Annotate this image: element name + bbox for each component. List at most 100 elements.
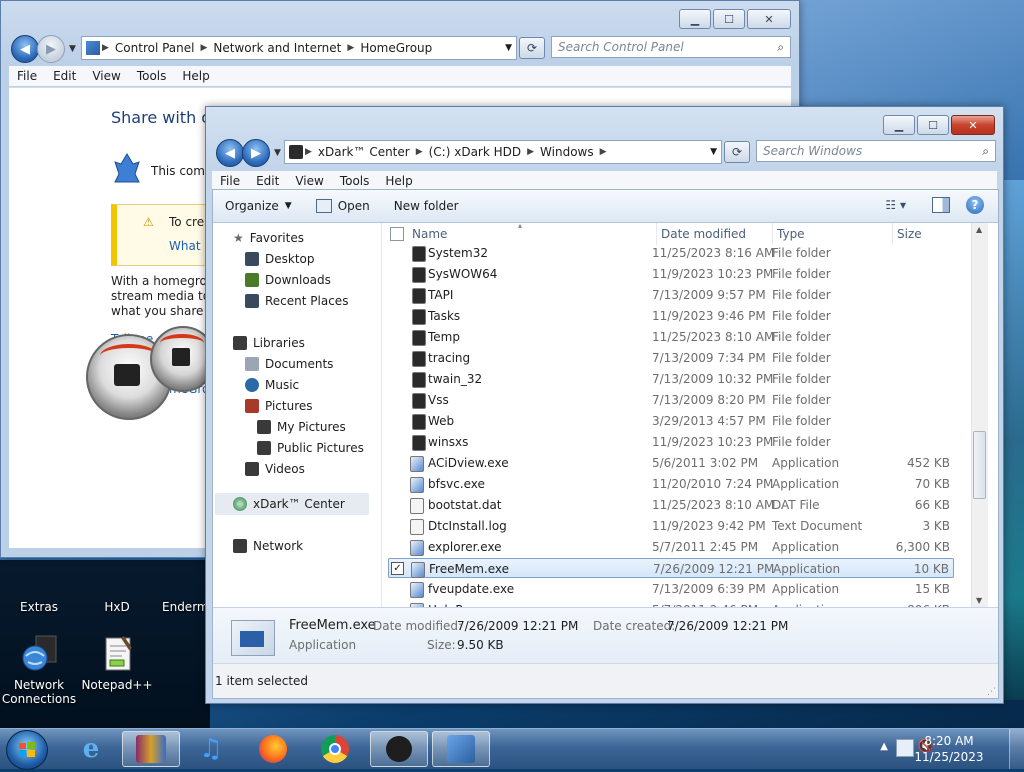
taskbar-music-player[interactable]: ♫ [182, 731, 240, 767]
scrollbar-thumb[interactable] [973, 431, 986, 499]
file-row[interactable]: tracing 7/13/2009 7:34 PM File folder [388, 348, 954, 368]
show-hidden-icons-icon[interactable]: ▲ [880, 741, 888, 752]
file-row[interactable]: bfsvc.exe 11/20/2010 7:24 PM Application 70… [388, 474, 954, 494]
menu-help[interactable]: Help [174, 66, 217, 86]
preview-pane-icon[interactable] [932, 197, 950, 213]
explorer-window[interactable]: ▁ ☐ ✕ ◀ ▶ ▼ ▶ xDark™ Center ▶ (C:) xDark… [205, 106, 1004, 704]
system-clock[interactable]: 8:20 AM 11/25/2023 [914, 733, 984, 765]
file-row[interactable]: winsxs 11/9/2023 10:23 PM File folder [388, 432, 954, 452]
taskbar-gadget-app[interactable] [370, 731, 428, 767]
refresh-button[interactable]: ⟳ [724, 141, 750, 163]
nav-pictures[interactable]: Pictures [245, 399, 313, 413]
menu-view[interactable]: View [287, 171, 331, 191]
menu-edit[interactable]: Edit [248, 171, 287, 191]
breadcrumb-item[interactable]: xDark™ Center [314, 145, 414, 159]
search-icon[interactable]: ⌕ [777, 40, 784, 55]
menu-file[interactable]: File [212, 171, 248, 191]
scroll-up-icon[interactable]: ▲ [976, 225, 982, 234]
nav-xdark-center[interactable]: xDark™ Center [233, 497, 345, 511]
organize-button[interactable]: Organize ▼ [213, 199, 304, 213]
maximize-button[interactable]: ☐ [713, 9, 745, 29]
menu-view[interactable]: View [84, 66, 128, 86]
breadcrumb-item[interactable]: (C:) xDark HDD [425, 145, 526, 159]
start-button[interactable] [6, 730, 48, 770]
menu-edit[interactable]: Edit [45, 66, 84, 86]
file-row[interactable]: Temp 11/25/2023 8:10 AM File folder [388, 327, 954, 347]
new-folder-button[interactable]: New folder [382, 199, 471, 213]
column-header-size[interactable]: Size [892, 223, 922, 245]
file-row[interactable]: bootstat.dat 11/25/2023 8:10 AM DAT File 66… [388, 495, 954, 515]
nav-documents[interactable]: Documents [245, 357, 333, 371]
desktop-icon-hxd[interactable]: HxD [78, 556, 156, 614]
nav-my-pictures[interactable]: My Pictures [257, 420, 346, 434]
file-row[interactable]: DtcInstall.log 11/9/2023 9:42 PM Text Docu… [388, 516, 954, 536]
search-input[interactable]: Search Windows ⌕ [756, 140, 996, 162]
taskbar-chrome[interactable] [306, 731, 364, 767]
address-bar[interactable]: ▶ xDark™ Center ▶ (C:) xDark HDD ▶ Windo… [284, 140, 722, 164]
desktop-icon-enderm[interactable]: Enderm [150, 556, 210, 614]
search-input[interactable]: Search Control Panel ⌕ [551, 36, 791, 58]
search-icon[interactable]: ⌕ [982, 144, 989, 159]
menu-help[interactable]: Help [377, 171, 420, 191]
column-header-date[interactable]: Date modified [656, 223, 746, 245]
close-button[interactable]: ✕ [747, 9, 791, 29]
file-row[interactable]: explorer.exe 5/7/2011 2:45 PM Application 6… [388, 537, 954, 557]
maximize-button[interactable]: ☐ [917, 115, 949, 135]
breadcrumb-item[interactable]: Network and Internet [209, 41, 345, 55]
open-button[interactable]: Open [304, 199, 382, 213]
taskbar-firefox[interactable] [244, 731, 302, 767]
minimize-button[interactable]: ▁ [883, 115, 915, 135]
file-row[interactable]: twain_32 7/13/2009 10:32 PM File folder [388, 369, 954, 389]
refresh-button[interactable]: ⟳ [519, 37, 545, 59]
file-row[interactable]: HelpPane.exe 5/7/2011 2:46 PM Application 8… [388, 600, 954, 607]
forward-button[interactable]: ▶ [37, 35, 65, 63]
desktop-icon-network-connections[interactable]: Network Connections [0, 634, 78, 706]
address-dropdown-icon[interactable]: ▼ [505, 43, 512, 53]
file-row[interactable]: ✓ FreeMem.exe 7/26/2009 12:21 PM Applicatio… [388, 558, 954, 578]
file-row[interactable]: SysWOW64 11/9/2023 10:23 PM File folder [388, 264, 954, 284]
recent-pages-chevron-icon[interactable]: ▼ [274, 148, 281, 158]
close-button[interactable]: ✕ [951, 115, 995, 135]
column-header-name[interactable]: Name [412, 223, 447, 245]
column-header-type[interactable]: Type [772, 223, 805, 245]
show-desktop-button[interactable] [1009, 729, 1024, 769]
menu-tools[interactable]: Tools [129, 66, 175, 86]
taskbar-internet-explorer[interactable]: e [62, 731, 120, 767]
desktop-icon-extras[interactable]: Extras [0, 556, 78, 614]
address-dropdown-icon[interactable]: ▼ [710, 147, 717, 157]
taskbar-control-panel[interactable] [432, 731, 490, 767]
help-icon[interactable]: ? [966, 196, 984, 214]
breadcrumb-item[interactable]: HomeGroup [356, 41, 436, 55]
row-checkbox[interactable]: ✓ [391, 562, 404, 575]
nav-favorites[interactable]: ★ Favorites [233, 231, 304, 245]
nav-desktop[interactable]: Desktop [245, 252, 315, 266]
breadcrumb-item[interactable]: Windows [536, 145, 598, 159]
view-options-icon[interactable]: ☷ ▾ [885, 198, 906, 212]
file-row[interactable]: ACiDview.exe 5/6/2011 3:02 PM Application 4… [388, 453, 954, 473]
select-all-checkbox[interactable] [390, 227, 404, 241]
file-row[interactable]: fveupdate.exe 7/13/2009 6:39 PM Applicatio… [388, 579, 954, 599]
nav-downloads[interactable]: Downloads [245, 273, 331, 287]
vertical-scrollbar[interactable]: ▲ ▼ [971, 223, 988, 607]
address-bar[interactable]: ▶ Control Panel ▶ Network and Internet ▶… [81, 36, 517, 60]
forward-button[interactable]: ▶ [242, 139, 270, 167]
network-tray-icon[interactable] [896, 739, 914, 757]
menu-file[interactable]: File [9, 66, 45, 86]
resize-grip-icon[interactable]: ⋰ [987, 687, 996, 697]
desktop-icon-notepadpp[interactable]: Notepad++ [78, 634, 156, 692]
minimize-button[interactable]: ▁ [679, 9, 711, 29]
taskbar-winrar[interactable] [122, 731, 180, 767]
notice-link[interactable]: What i [169, 239, 208, 253]
nav-music[interactable]: Music [245, 378, 299, 392]
menu-tools[interactable]: Tools [332, 171, 378, 191]
back-button[interactable]: ◀ [11, 35, 39, 63]
scroll-down-icon[interactable]: ▼ [976, 596, 982, 605]
file-row[interactable]: Vss 7/13/2009 8:20 PM File folder [388, 390, 954, 410]
nav-recent-places[interactable]: Recent Places [245, 294, 348, 308]
file-row[interactable]: Tasks 11/9/2023 9:46 PM File folder [388, 306, 954, 326]
file-row[interactable]: TAPI 7/13/2009 9:57 PM File folder [388, 285, 954, 305]
nav-public-pictures[interactable]: Public Pictures [257, 441, 364, 455]
nav-network[interactable]: Network [233, 539, 303, 553]
file-row[interactable]: System32 11/25/2023 8:16 AM File folder [388, 243, 954, 263]
nav-libraries[interactable]: Libraries [233, 336, 305, 350]
